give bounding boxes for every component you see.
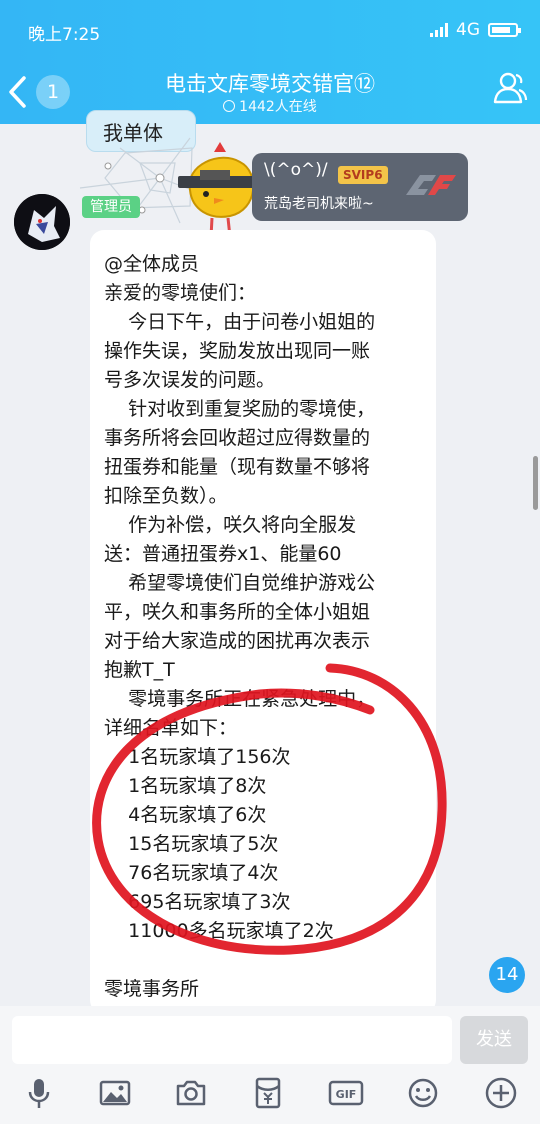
battery-icon [488,23,521,37]
message-line: 695名玩家填了3次 [104,891,291,913]
chat-header: 晚上7:25 4G 1 电击文库零境交错官⑫ 1442人在线 [0,0,540,124]
svip-badge: SVIP6 [338,166,388,184]
announcement-text: @全体成员亲爱的零境使们： 今日下午，由于问卷小姐姐的 操作失误，奖励发放出现同一… [104,250,424,1004]
send-button[interactable]: 发送 [460,1016,528,1064]
microphone-icon[interactable] [22,1076,56,1110]
banner-subtitle: 荒岛老司机来啦~ [264,196,374,212]
banner-kaomoji: \(^o^)/ [264,160,328,180]
vip-banner[interactable]: \(^o^)/ SVIP6 荒岛老司机来啦~ [252,153,468,221]
red-packet-icon[interactable] [251,1076,285,1110]
group-title[interactable]: 电击文库零境交错官⑫ [0,68,540,98]
message-line [104,946,424,975]
gif-icon[interactable]: GIF [328,1076,364,1110]
message-line: 对于给大家造成的困扰再次表示 [104,630,371,652]
online-text: 1442人在线 [239,99,317,115]
input-bar: 发送 GIF [0,1006,540,1124]
unread-count-badge[interactable]: 14 [489,957,525,993]
plus-icon[interactable] [484,1076,518,1110]
message-line: 4名玩家填了6次 [104,804,267,826]
message-line: 操作失误，奖励发放出现同一账 [104,340,371,362]
message-input[interactable] [12,1016,452,1064]
scrollbar[interactable] [533,456,538,510]
message-line: 15名玩家填了5次 [104,833,279,855]
message-line: 76名玩家填了4次 [104,862,279,884]
status-time: 晚上7:25 [28,25,101,45]
image-icon[interactable] [98,1076,132,1110]
message-line: 零境事务所 [104,978,200,1000]
group-members-icon[interactable] [492,70,528,106]
svg-text:GIF: GIF [336,1088,357,1101]
network-label: 4G [456,20,480,40]
online-icon [223,100,236,112]
message-line: 抱歉T_T [104,659,175,681]
message-line: @全体成员 [104,253,200,275]
crossfire-logo-icon [406,175,456,195]
toolbar: GIF [0,1076,540,1116]
emoji-icon[interactable] [406,1076,440,1110]
message-line: 亲爱的零境使们： [104,282,257,304]
status-bar: 晚上7:25 4G [0,0,540,58]
message-line: 零境事务所正在紧急处理中， [104,688,376,710]
message-line: 送：普通扭蛋券x1、能量60 [104,543,342,565]
message-line: 希望零境使们自觉维护游戏公 [104,572,376,594]
message-line: 扣除至负数）。 [104,485,228,507]
status-indicators: 4G [430,20,521,40]
message-line: 今日下午，由于问卷小姐姐的 [104,311,376,333]
sender-avatar[interactable] [14,194,70,250]
message-line: 平，咲久和事务所的全体小姐姐 [104,601,371,623]
message-line: 1名玩家填了156次 [104,746,291,768]
avatar-character-image [14,194,70,250]
signal-icon [430,23,448,37]
message-line: 11000多名玩家填了2次 [104,920,334,942]
message-line: 针对收到重复奖励的零境使， [104,398,376,420]
message-line: 扭蛋券和能量（现有数量不够将 [104,456,371,478]
message-line: 作为补偿，咲久将向全服发 [104,514,357,536]
online-count: 1442人在线 [0,96,540,116]
admin-badge: 管理员 [82,196,140,218]
message-line: 号多次误发的问题。 [104,369,276,391]
message-line: 1名玩家填了8次 [104,775,267,797]
message-line: 事务所将会回收超过应得数量的 [104,427,371,449]
camera-icon[interactable] [174,1076,208,1110]
message-line: 详细名单如下： [104,717,238,739]
